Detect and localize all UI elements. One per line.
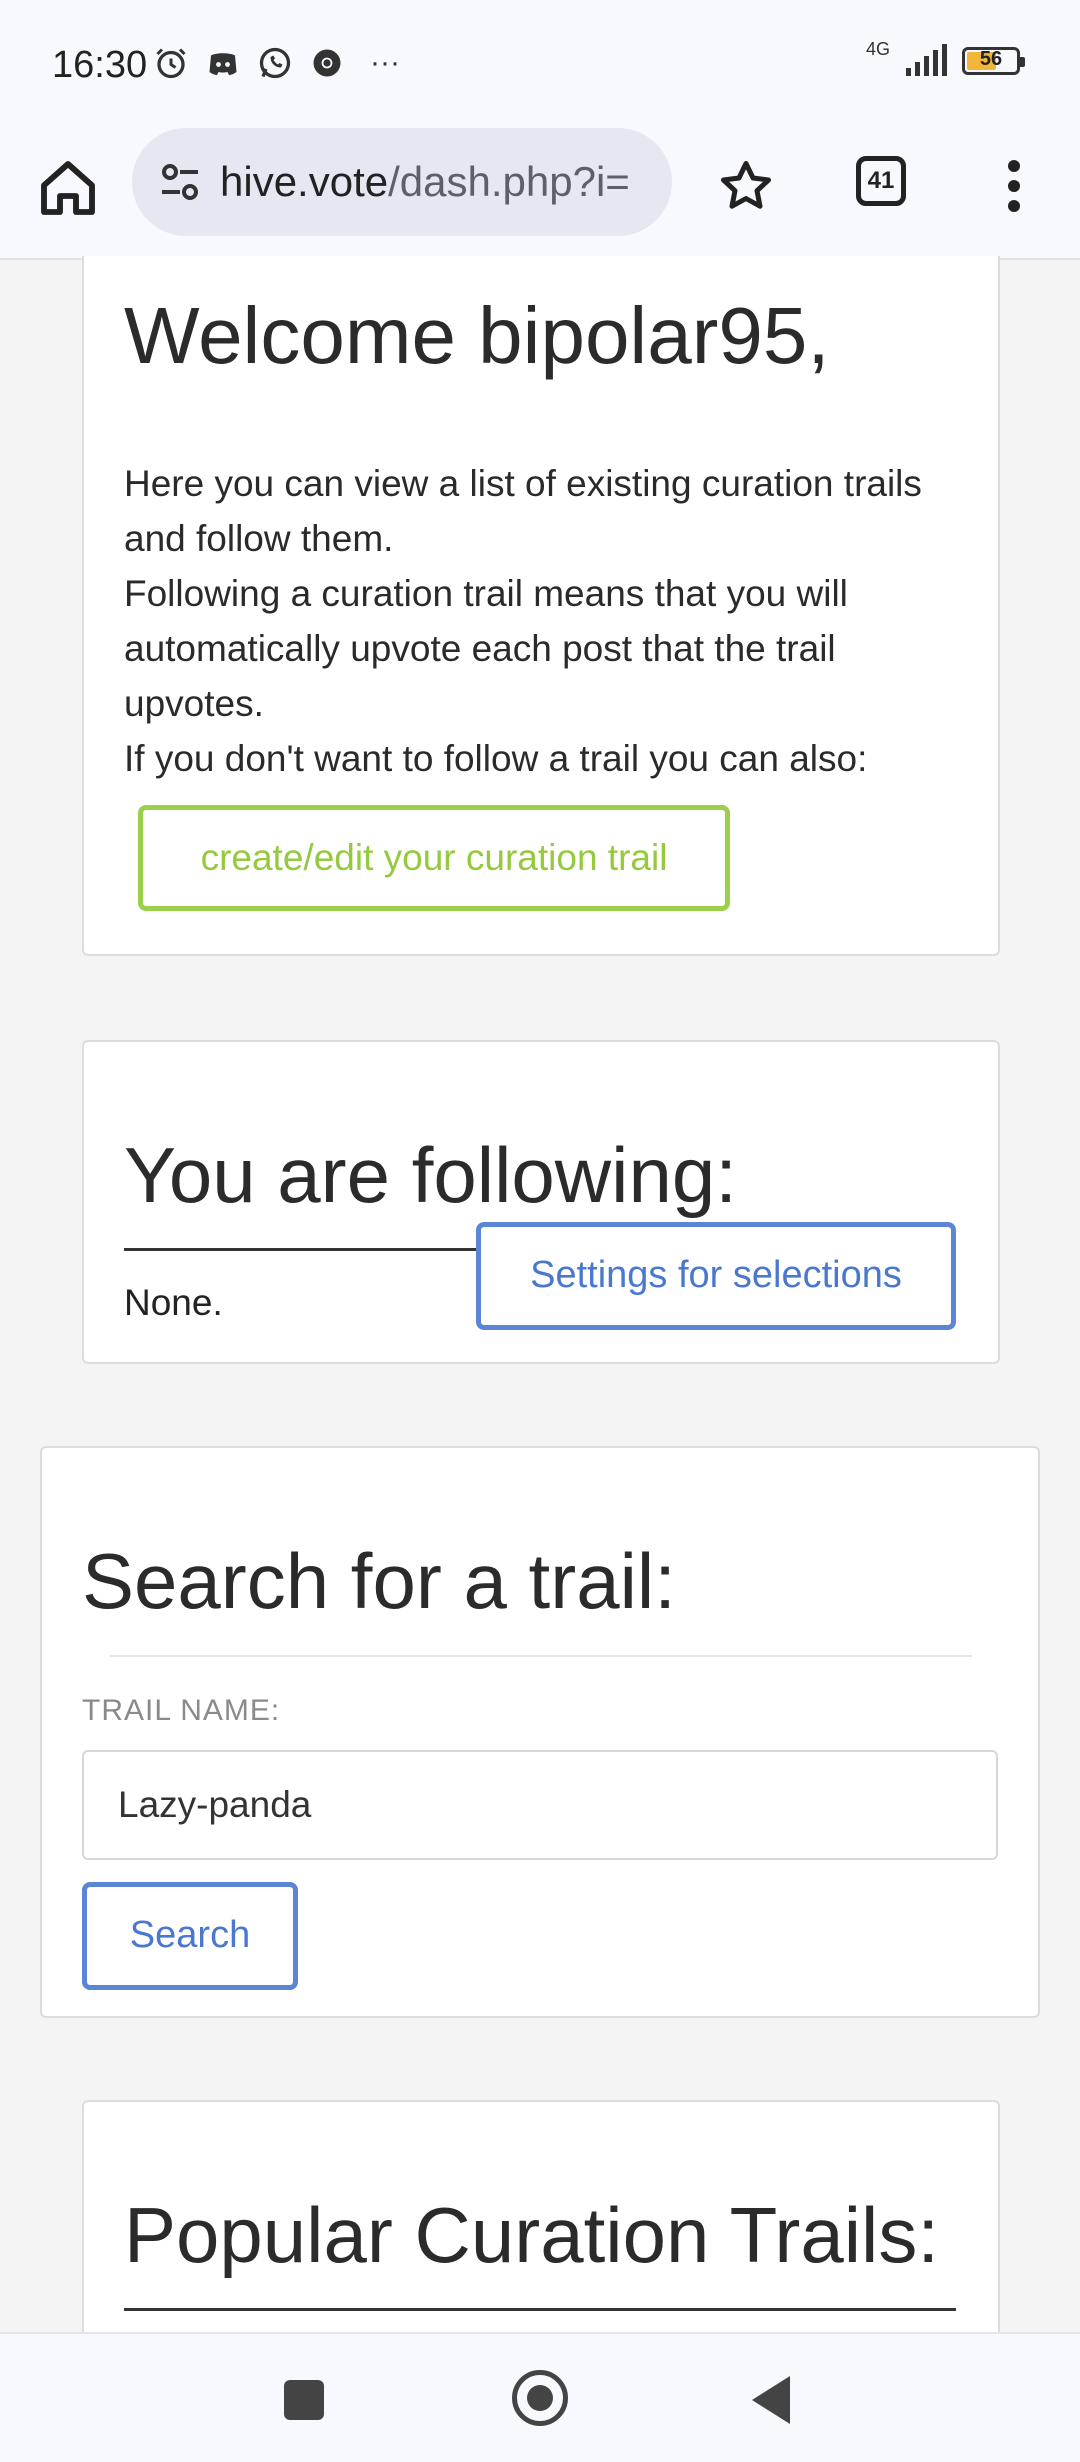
welcome-line: Following a curation trail means that yo…: [124, 573, 848, 724]
tabs-icon[interactable]: 41: [856, 156, 906, 206]
home-button-icon[interactable]: [512, 2370, 568, 2426]
status-bar: 16:30 ··· 4G 56: [0, 0, 1080, 128]
signal-icon: [906, 44, 947, 76]
search-title: Search for a trail:: [82, 1537, 676, 1625]
home-icon[interactable]: [36, 156, 100, 220]
url-domain: hive.vote: [220, 158, 389, 205]
following-title: You are following:: [124, 1131, 737, 1219]
url-path: /dash.php?i=: [388, 158, 630, 205]
welcome-line: Here you can view a list of existing cur…: [124, 463, 922, 559]
welcome-description: Here you can view a list of existing cur…: [124, 456, 984, 786]
divider: [124, 2308, 956, 2311]
address-bar[interactable]: hive.vote/dash.php?i=: [132, 128, 672, 236]
whatsapp-icon: [256, 44, 294, 82]
site-settings-icon[interactable]: [156, 158, 204, 206]
alarm-icon: [152, 44, 190, 82]
battery-icon: 56: [962, 47, 1025, 75]
recent-apps-icon[interactable]: [284, 2380, 324, 2420]
star-icon[interactable]: [716, 156, 776, 216]
more-notifications-icon: ···: [370, 46, 400, 79]
settings-for-selections-button[interactable]: Settings for selections: [476, 1222, 956, 1330]
browser-toolbar: hive.vote/dash.php?i= 41: [0, 128, 1080, 260]
more-icon[interactable]: [996, 154, 1032, 218]
chrome-icon: [308, 44, 346, 82]
system-navigation-bar: [0, 2332, 1080, 2462]
system-status: 4G 56: [866, 39, 1025, 78]
following-value: None.: [124, 1282, 223, 1323]
url-text[interactable]: hive.vote/dash.php?i=: [220, 158, 630, 206]
search-button[interactable]: Search: [82, 1882, 298, 1990]
battery-level: 56: [979, 48, 1003, 70]
notification-icons: ···: [152, 44, 410, 82]
network-type: 4G: [865, 38, 890, 59]
trail-name-label: TRAIL NAME:: [82, 1694, 281, 1727]
back-icon[interactable]: [752, 2376, 790, 2424]
welcome-title: Welcome bipolar95,: [124, 291, 830, 380]
popular-trails-title: Popular Curation Trails:: [124, 2191, 940, 2279]
welcome-line: If you don't want to follow a trail you …: [124, 738, 868, 779]
divider: [110, 1655, 972, 1657]
trail-name-input[interactable]: [82, 1750, 998, 1860]
status-time: 16:30: [52, 44, 148, 86]
discord-icon: [204, 44, 242, 82]
create-edit-trail-button[interactable]: create/edit your curation trail: [138, 805, 730, 911]
